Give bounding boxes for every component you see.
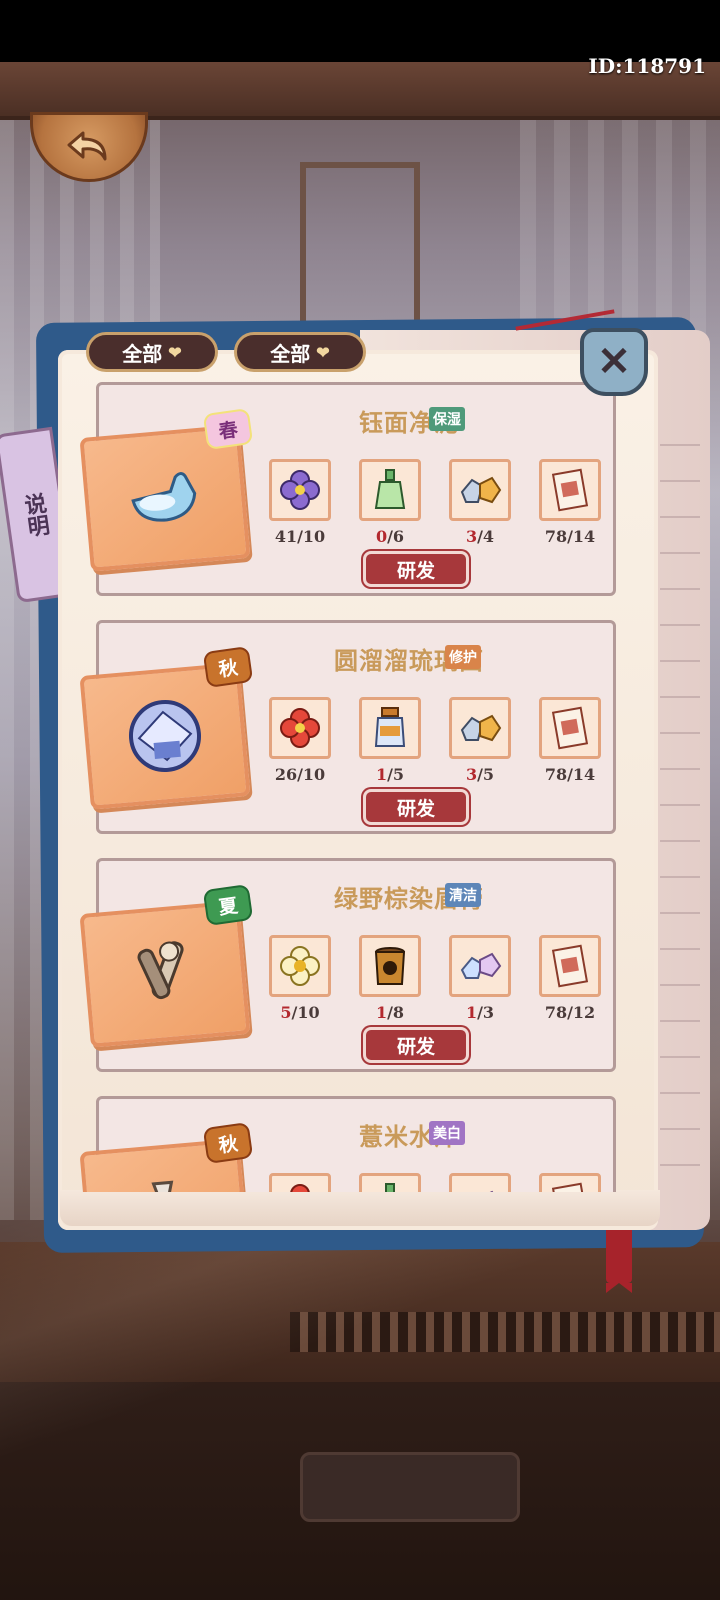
material-slot[interactable]: 3/5: [447, 697, 513, 784]
material-slot[interactable]: [267, 1173, 333, 1192]
material-slot[interactable]: 3/4: [447, 459, 513, 546]
material-count: 78/12: [544, 1003, 596, 1022]
material-slot[interactable]: [447, 1173, 513, 1192]
material-slot[interactable]: 78/14: [537, 697, 603, 784]
yellow-flower-icon: [280, 946, 320, 986]
jar-icon: [374, 707, 406, 747]
material-slot[interactable]: [357, 1173, 423, 1192]
crystal-stone-icon: [460, 952, 502, 979]
recipe-title: 绿野棕染眉膏: [334, 884, 484, 913]
chevron-down-icon: ❤: [168, 342, 182, 362]
material-count: 1/3: [465, 1003, 495, 1022]
brow-brush-icon: [137, 941, 184, 1000]
player-id: ID:118791: [588, 54, 706, 78]
material-count: 1/5: [375, 765, 405, 784]
material-slot[interactable]: [537, 1173, 603, 1192]
develop-button[interactable]: 研发: [363, 1027, 469, 1063]
material-count: 41/10: [274, 527, 326, 546]
material-slot[interactable]: 26/10: [267, 697, 333, 784]
vase-icon: [146, 1180, 186, 1192]
help-tab-label: 说明: [19, 491, 52, 539]
red-flower-icon: [290, 1184, 310, 1192]
green-bottle-icon: [374, 469, 406, 509]
recipe-scroll-icon: [551, 468, 589, 512]
mud-jar-icon: [374, 947, 406, 985]
mineral-stone-icon: [460, 476, 502, 504]
recipe-scroll-icon: [551, 944, 589, 988]
material-count: 5/10: [280, 1003, 320, 1022]
recipe-scroll-icon: [551, 1182, 589, 1192]
recipe-title: 钰面净泥: [359, 408, 459, 437]
effect-tag: 美白: [429, 1121, 465, 1145]
material-count: 78/14: [544, 527, 596, 546]
glass-orb-icon: [129, 700, 201, 772]
effect-tag: 清洁: [445, 883, 481, 907]
material-count: 1/8: [375, 1003, 405, 1022]
material-count: 26/10: [274, 765, 326, 784]
materials-row: 26/10 1/5 3/5 78/14: [267, 697, 603, 784]
material-slot[interactable]: 1/3: [447, 935, 513, 1022]
season-badge: 夏: [202, 883, 254, 927]
material-count: 0/6: [375, 527, 405, 546]
recipe-card: 秋 圆溜溜琉璃面 修护 26/10 1/5 3/5 78/14 研发: [79, 620, 616, 834]
materials-row: 41/10 0/6 3/4 78/14: [267, 459, 603, 546]
recipe-title: 圆溜溜琉璃面: [334, 646, 484, 675]
material-slot[interactable]: 1/8: [357, 935, 423, 1022]
material-slot[interactable]: 78/12: [537, 935, 603, 1022]
back-arrow-icon: [67, 131, 107, 161]
recipe-card: 夏 绿野棕染眉膏 清洁 5/10 1/8 1/3 78/12 研发: [79, 858, 616, 1072]
recipe-list[interactable]: 春 钰面净泥 保湿 41/10 0/6 3/4 78/14 研发 秋 圆溜溜琉璃…: [78, 380, 638, 1192]
mud-dish-icon: [131, 472, 197, 522]
material-slot[interactable]: 5/10: [267, 935, 333, 1022]
material-slot[interactable]: 1/5: [357, 697, 423, 784]
develop-button[interactable]: 研发: [363, 789, 469, 825]
season-filter-dropdown[interactable]: 全部 ❤: [86, 332, 218, 372]
develop-button[interactable]: 研发: [363, 551, 469, 587]
effect-tag: 保湿: [429, 407, 465, 431]
recipe-scroll-icon: [551, 706, 589, 750]
materials-row: 5/10 1/8 1/3 78/12: [267, 935, 603, 1022]
effect-filter-dropdown[interactable]: 全部 ❤: [234, 332, 366, 372]
recipe-card: 秋 薏米水沐 美白: [79, 1096, 616, 1192]
recipe-card: 春 钰面净泥 保湿 41/10 0/6 3/4 78/14 研发: [79, 382, 616, 596]
season-badge: 春: [202, 407, 254, 451]
material-slot[interactable]: 0/6: [357, 459, 423, 546]
effect-tag: 修护: [445, 645, 481, 669]
material-count: 78/14: [544, 765, 596, 784]
chevron-down-icon: ❤: [316, 342, 330, 362]
material-count: 3/5: [465, 765, 495, 784]
close-icon: ✕: [597, 338, 631, 385]
crystal-stone-icon: [489, 1190, 494, 1192]
materials-row: [267, 1173, 603, 1192]
material-count: 3/4: [465, 527, 495, 546]
green-bottle-icon: [385, 1183, 395, 1192]
filter-bar: 全部 ❤ 全部 ❤: [86, 332, 366, 372]
purple-flower-icon: [280, 470, 320, 510]
material-slot[interactable]: 78/14: [537, 459, 603, 546]
close-button[interactable]: ✕: [580, 328, 648, 396]
page-bottom-edge: [60, 1190, 660, 1226]
material-slot[interactable]: 41/10: [267, 459, 333, 546]
recipe-title: 薏米水沐: [359, 1122, 459, 1151]
mineral-stone-icon: [460, 714, 502, 742]
season-badge: 秋: [202, 1121, 254, 1165]
status-bar: [0, 0, 720, 62]
season-badge: 秋: [202, 645, 254, 689]
red-flower-icon: [280, 708, 320, 748]
